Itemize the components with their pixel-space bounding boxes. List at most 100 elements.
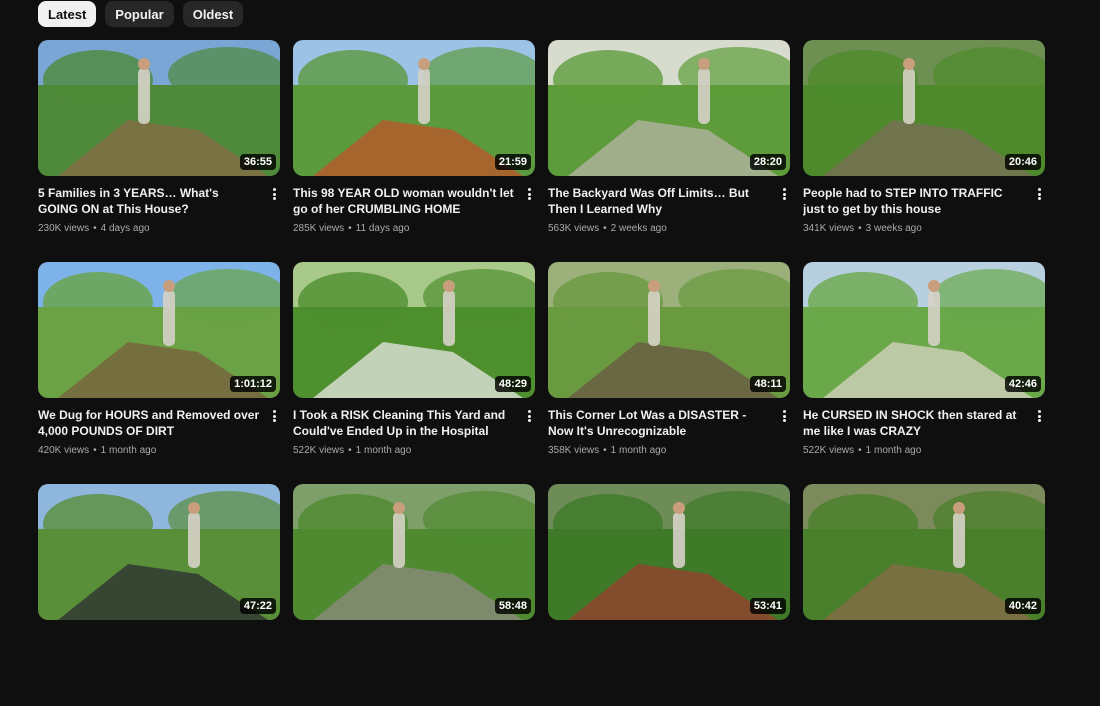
more-options-icon[interactable] — [268, 408, 280, 424]
upload-age: 1 month ago — [355, 445, 412, 456]
video-thumbnail[interactable]: 36:55 — [38, 40, 280, 176]
video-meta: 5 Families in 3 YEARS… What's GOING ON a… — [38, 176, 280, 234]
video-meta: This Corner Lot Was a DISASTER - Now It'… — [548, 398, 790, 456]
stats-separator: • — [348, 445, 352, 456]
video-duration: 36:55 — [239, 154, 276, 170]
video-duration: 21:59 — [494, 154, 531, 170]
upload-age: 3 weeks ago — [865, 223, 922, 234]
video-card[interactable]: 42:46 He CURSED IN SHOCK then stared at … — [803, 262, 1045, 484]
filter-latest-chip[interactable]: Latest — [38, 1, 97, 27]
upload-age: 1 month ago — [865, 445, 922, 456]
upload-age: 2 weeks ago — [610, 223, 667, 234]
video-title[interactable]: I Took a RISK Cleaning This Yard and Cou… — [293, 407, 515, 439]
video-thumbnail[interactable]: 20:46 — [803, 40, 1045, 176]
video-title[interactable]: He CURSED IN SHOCK then stared at me lik… — [803, 407, 1025, 439]
video-stats: 230K views • 4 days ago — [38, 223, 280, 234]
video-title[interactable]: We Dug for HOURS and Removed over 4,000 … — [38, 407, 260, 439]
video-card[interactable]: 20:46 People had to STEP INTO TRAFFIC ju… — [803, 40, 1045, 262]
video-thumbnail[interactable]: 58:48 — [293, 484, 535, 620]
stats-separator: • — [858, 223, 862, 234]
video-thumbnail[interactable]: 1:01:12 — [38, 262, 280, 398]
view-count: 341K views — [803, 223, 855, 234]
video-meta: I Took a RISK Cleaning This Yard and Cou… — [293, 398, 535, 456]
upload-age: 4 days ago — [100, 223, 150, 234]
video-stats: 358K views • 1 month ago — [548, 445, 790, 456]
filter-popular-chip[interactable]: Popular — [105, 1, 174, 27]
video-duration: 47:22 — [239, 598, 276, 614]
video-card[interactable]: 48:11 This Corner Lot Was a DISASTER - N… — [548, 262, 790, 484]
video-duration: 58:48 — [494, 598, 531, 614]
video-duration: 48:29 — [494, 376, 531, 392]
video-card[interactable]: 28:20 The Backyard Was Off Limits… But T… — [548, 40, 790, 262]
upload-age: 1 month ago — [100, 445, 157, 456]
upload-age: 11 days ago — [355, 223, 410, 234]
view-count: 522K views — [293, 445, 345, 456]
video-duration: 28:20 — [749, 154, 786, 170]
video-stats: 522K views • 1 month ago — [803, 445, 1045, 456]
video-meta — [548, 620, 790, 635]
video-stats: 285K views • 11 days ago — [293, 223, 535, 234]
more-options-icon[interactable] — [268, 186, 280, 202]
video-card[interactable]: 53:41 — [548, 484, 790, 706]
upload-age: 1 month ago — [610, 445, 667, 456]
video-title[interactable]: This Corner Lot Was a DISASTER - Now It'… — [548, 407, 770, 439]
video-meta: He CURSED IN SHOCK then stared at me lik… — [803, 398, 1045, 456]
more-options-icon[interactable] — [1033, 186, 1045, 202]
video-duration: 42:46 — [1004, 376, 1041, 392]
video-stats: 341K views • 3 weeks ago — [803, 223, 1045, 234]
video-card[interactable]: 21:59 This 98 YEAR OLD woman wouldn't le… — [293, 40, 535, 262]
video-meta: The Backyard Was Off Limits… But Then I … — [548, 176, 790, 234]
video-card[interactable]: 1:01:12 We Dug for HOURS and Removed ove… — [38, 262, 280, 484]
video-title[interactable]: People had to STEP INTO TRAFFIC just to … — [803, 185, 1025, 217]
video-grid: 36:55 5 Families in 3 YEARS… What's GOIN… — [38, 40, 1045, 706]
video-thumbnail[interactable]: 53:41 — [548, 484, 790, 620]
video-duration: 1:01:12 — [230, 376, 276, 392]
video-duration: 40:42 — [1004, 598, 1041, 614]
video-duration: 20:46 — [1004, 154, 1041, 170]
video-meta — [293, 620, 535, 635]
video-title[interactable]: The Backyard Was Off Limits… But Then I … — [548, 185, 770, 217]
video-stats: 522K views • 1 month ago — [293, 445, 535, 456]
more-options-icon[interactable] — [523, 408, 535, 424]
video-stats: 420K views • 1 month ago — [38, 445, 280, 456]
video-thumbnail[interactable]: 47:22 — [38, 484, 280, 620]
video-title[interactable]: This 98 YEAR OLD woman wouldn't let go o… — [293, 185, 515, 217]
stats-separator: • — [93, 445, 97, 456]
video-thumbnail[interactable]: 48:29 — [293, 262, 535, 398]
more-options-icon[interactable] — [778, 186, 790, 202]
more-options-icon[interactable] — [523, 186, 535, 202]
video-meta: We Dug for HOURS and Removed over 4,000 … — [38, 398, 280, 456]
stats-separator: • — [603, 445, 607, 456]
video-card[interactable]: 36:55 5 Families in 3 YEARS… What's GOIN… — [38, 40, 280, 262]
filter-oldest-chip[interactable]: Oldest — [182, 1, 244, 27]
view-count: 563K views — [548, 223, 600, 234]
video-title[interactable]: 5 Families in 3 YEARS… What's GOING ON a… — [38, 185, 260, 217]
video-stats: 563K views • 2 weeks ago — [548, 223, 790, 234]
video-meta — [38, 620, 280, 635]
view-count: 358K views — [548, 445, 600, 456]
more-options-icon[interactable] — [778, 408, 790, 424]
video-card[interactable]: 58:48 — [293, 484, 535, 706]
video-thumbnail[interactable]: 28:20 — [548, 40, 790, 176]
more-options-icon[interactable] — [1033, 408, 1045, 424]
video-duration: 48:11 — [750, 376, 786, 392]
video-thumbnail[interactable]: 42:46 — [803, 262, 1045, 398]
video-meta — [803, 620, 1045, 635]
video-card[interactable]: 40:42 — [803, 484, 1045, 706]
video-card[interactable]: 48:29 I Took a RISK Cleaning This Yard a… — [293, 262, 535, 484]
stats-separator: • — [603, 223, 607, 234]
video-duration: 53:41 — [749, 598, 786, 614]
stats-separator: • — [93, 223, 97, 234]
video-meta: People had to STEP INTO TRAFFIC just to … — [803, 176, 1045, 234]
view-count: 522K views — [803, 445, 855, 456]
filter-chips: Latest Popular Oldest — [38, 1, 244, 27]
view-count: 230K views — [38, 223, 90, 234]
view-count: 420K views — [38, 445, 90, 456]
video-meta: This 98 YEAR OLD woman wouldn't let go o… — [293, 176, 535, 234]
video-thumbnail[interactable]: 21:59 — [293, 40, 535, 176]
stats-separator: • — [858, 445, 862, 456]
stats-separator: • — [348, 223, 352, 234]
video-card[interactable]: 47:22 — [38, 484, 280, 706]
video-thumbnail[interactable]: 40:42 — [803, 484, 1045, 620]
video-thumbnail[interactable]: 48:11 — [548, 262, 790, 398]
